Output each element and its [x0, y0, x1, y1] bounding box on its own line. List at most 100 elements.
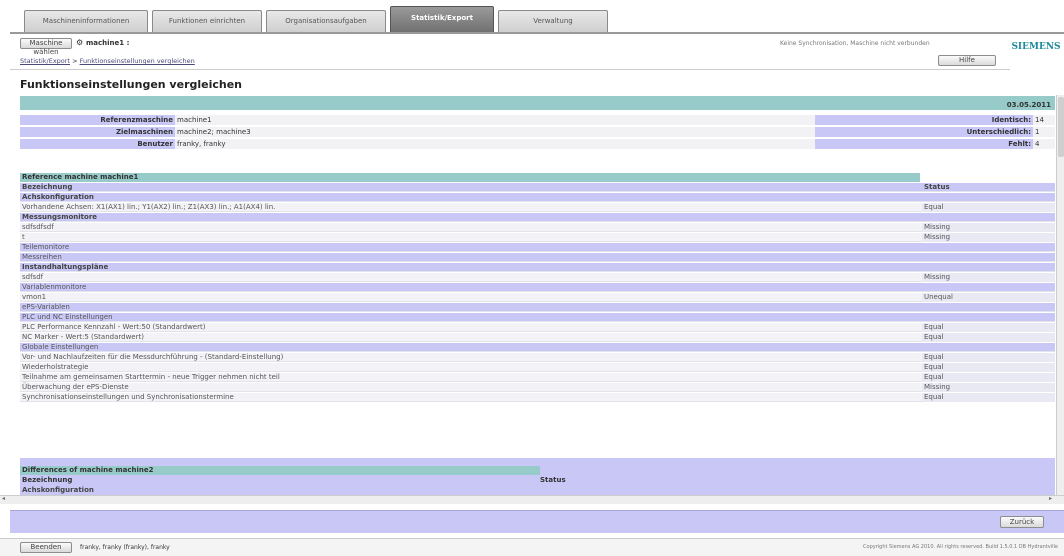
row-name: vmon1 [22, 293, 47, 301]
row-name: PLC und NC Einstellungen [22, 313, 113, 321]
row-status: Equal [922, 353, 1055, 362]
page-title: Funktionseinstellungen vergleichen [20, 78, 243, 91]
scroll-right-icon[interactable]: ▸ [1049, 495, 1052, 502]
row-name: Messungsmonitore [22, 213, 98, 221]
table2-column-name: Bezeichnung [22, 476, 73, 484]
tab-verwaltung[interactable]: Verwaltung [498, 10, 608, 32]
table2-title: Differences of machine machine2 [20, 466, 540, 475]
row-name: NC Marker - Wert:5 (Standardwert) [22, 333, 144, 341]
summary-value: 14 [1035, 116, 1044, 124]
summary-value: 1 [1035, 128, 1040, 136]
siemens-logo: SIEMENS [1011, 42, 1061, 52]
table-row: Achskonfiguration [20, 193, 1055, 202]
row-status: Missing [922, 273, 1055, 282]
select-machine-button[interactable]: Maschine wählen [20, 38, 72, 56]
logout-button[interactable]: Beenden [20, 542, 72, 553]
row-name: Vorhandene Achsen: X1(AX1) lin.; Y1(AX2)… [22, 203, 276, 211]
row-status: Equal [922, 333, 1055, 342]
table1-column-header: Bezeichnung Status [20, 183, 1055, 192]
breadcrumb-separator: > [70, 57, 80, 65]
scroll-left-icon[interactable]: ◂ [2, 495, 5, 502]
table-row: Instandhaltungspläne [20, 263, 1055, 272]
table-row: vmon1 Unequal [20, 293, 1055, 302]
summary-header: 03.05.2011 [20, 96, 1055, 110]
row-status: Missing [922, 233, 1055, 242]
breadcrumb: Statistik/Export > Funktionseinstellunge… [20, 57, 195, 65]
breadcrumb-root-link[interactable]: Statistik/Export [20, 57, 70, 65]
row-name: PLC Performance Kennzahl - Wert:50 (Stan… [22, 323, 206, 331]
row-status [922, 213, 1055, 222]
summary-value: franky, franky [177, 140, 226, 148]
tab-bar: Maschineninformationen Funktionen einric… [0, 0, 1064, 34]
table-row: sdfsdfsdf Missing [20, 223, 1055, 232]
vertical-scrollbar[interactable] [1056, 95, 1064, 495]
row-status [922, 343, 1055, 352]
row-status: Equal [922, 203, 1055, 212]
footer: Beenden franky, franky (franky), franky … [0, 538, 1064, 556]
tab-organisationsaufgaben[interactable]: Organisationsaufgaben [266, 10, 386, 32]
row-status [922, 253, 1055, 262]
row-name: Synchronisationseinstellungen und Synchr… [22, 393, 234, 401]
summary-row: Benutzer franky, franky Fehlt: 4 [20, 139, 1055, 149]
table2-column-status: Status [540, 476, 566, 484]
table-row: Vor- und Nachlaufzeiten für die Messdurc… [20, 353, 1055, 362]
row-name: Instandhaltungspläne [22, 263, 109, 271]
table-row: t Missing [20, 233, 1055, 242]
table-row: Synchronisationseinstellungen und Synchr… [20, 393, 1055, 402]
row-status [922, 303, 1055, 312]
table-row: Messungsmonitore [20, 213, 1055, 222]
row-status [922, 263, 1055, 272]
table-row: PLC Performance Kennzahl - Wert:50 (Stan… [20, 323, 1055, 332]
summary-label: Fehlt: [815, 139, 1033, 149]
table-row: Wiederholstrategie Equal [20, 363, 1055, 372]
tab-funktionen-einrichten[interactable]: Funktionen einrichten [152, 10, 262, 32]
summary-value: 4 [1035, 140, 1040, 148]
breadcrumb-current[interactable]: Funktionseinstellungen vergleichen [80, 57, 195, 65]
summary-row: Zielmaschinen machine2; machine3 Untersc… [20, 127, 1055, 137]
table2: Differences of machine machine2 Bezeichn… [20, 458, 1055, 495]
row-status: Equal [922, 373, 1055, 382]
row-name: Variablenmonitore [22, 283, 87, 291]
row-name: sdfsdfsdf [22, 223, 54, 231]
table-row: Überwachung der ePS-Dienste Missing [20, 383, 1055, 392]
row-status [922, 193, 1055, 202]
row-status [922, 313, 1055, 322]
summary-row: Referenzmaschine machine1 Identisch: 14 [20, 115, 1055, 125]
row-name: ePS-Variablen [22, 303, 70, 311]
row-status: Equal [922, 323, 1055, 332]
table-row: NC Marker - Wert:5 (Standardwert) Equal [20, 333, 1055, 342]
machine-name: machine1 : [86, 39, 130, 47]
row-name: Überwachung der ePS-Dienste [22, 383, 129, 391]
machine-status-icon: ⚙ [76, 38, 84, 47]
summary-label: Benutzer [20, 139, 175, 149]
back-button[interactable]: Zurück [1000, 516, 1044, 528]
toolbar-divider [10, 69, 1010, 70]
row-status: Equal [922, 363, 1055, 372]
table-row: Vorhandene Achsen: X1(AX1) lin.; Y1(AX2)… [20, 203, 1055, 212]
table-row: Messreihen [20, 253, 1055, 262]
summary-label: Unterschiedlich: [815, 127, 1033, 137]
table-row: Globale Einstellungen [20, 343, 1055, 352]
sync-status-text: Keine Synchronisation, Maschine nicht ve… [780, 40, 930, 47]
action-panel: Zurück [10, 510, 1064, 533]
table-row: Teilnahme am gemeinsamen Starttermin - n… [20, 373, 1055, 382]
column-header-name: Bezeichnung [22, 183, 73, 191]
horizontal-scrollbar[interactable]: ◂ ▸ [0, 495, 1064, 504]
help-button[interactable]: Hilfe [938, 55, 996, 66]
report-date: 03.05.2011 [1006, 101, 1051, 109]
row-name: t [22, 233, 25, 241]
column-header-status: Status [924, 183, 950, 191]
row-status [922, 243, 1055, 252]
row-name: Teilemonitore [22, 243, 70, 251]
table-row: PLC und NC Einstellungen [20, 313, 1055, 322]
table-row: Teilemonitore [20, 243, 1055, 252]
table-row: sdfsdf Missing [20, 273, 1055, 282]
user-info: franky, franky (franky), franky [80, 544, 170, 551]
table1-title: Reference machine machine1 [20, 173, 920, 182]
scrollbar-thumb[interactable] [1058, 97, 1064, 157]
tab-maschineninformationen[interactable]: Maschineninformationen [24, 10, 148, 32]
row-name: Teilnahme am gemeinsamen Starttermin - n… [22, 373, 280, 381]
tab-statistik-export[interactable]: Statistik/Export [390, 6, 494, 33]
row-status: Unequal [922, 293, 1055, 302]
row-status: Missing [922, 383, 1055, 392]
